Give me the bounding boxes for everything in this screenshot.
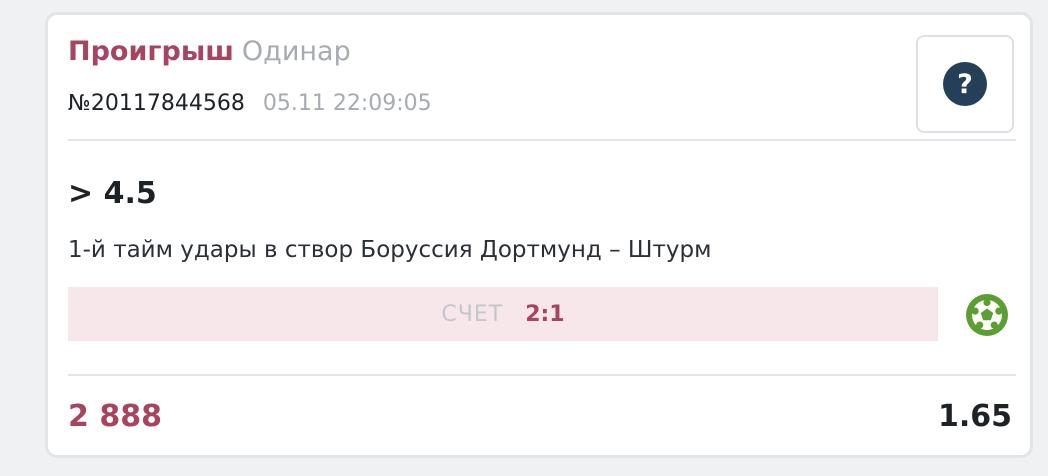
score-bar: СЧЕТ 2:1 — [68, 287, 938, 341]
question-circle-icon: ? — [943, 62, 987, 106]
football-icon — [966, 294, 1008, 336]
bet-datetime: 05.11 22:09:05 — [262, 91, 432, 116]
bet-outcome: > 4.5 — [68, 176, 157, 211]
bet-stake: 2 888 — [68, 399, 162, 434]
help-button[interactable]: ? — [916, 35, 1014, 133]
footer-divider — [68, 374, 1016, 376]
bet-card[interactable]: Проигрыш Одинар №20117844568 05.11 22:09:0… — [45, 12, 1033, 458]
bet-market: 1-й тайм удары в створ Боруссия Дортмунд… — [68, 237, 712, 263]
bet-meta: №20117844568 05.11 22:09:05 — [68, 89, 432, 119]
score-value: 2:1 — [525, 301, 565, 327]
bet-odds: 1.65 — [937, 399, 1012, 434]
ticket-number: №20117844568 — [68, 91, 245, 116]
header-divider — [68, 139, 1016, 141]
help-symbol: ? — [957, 68, 973, 100]
bet-status: Проигрыш — [68, 36, 234, 67]
bet-header: Проигрыш Одинар — [68, 35, 351, 69]
score-label: СЧЕТ — [441, 301, 504, 327]
bet-type: Одинар — [241, 36, 351, 67]
